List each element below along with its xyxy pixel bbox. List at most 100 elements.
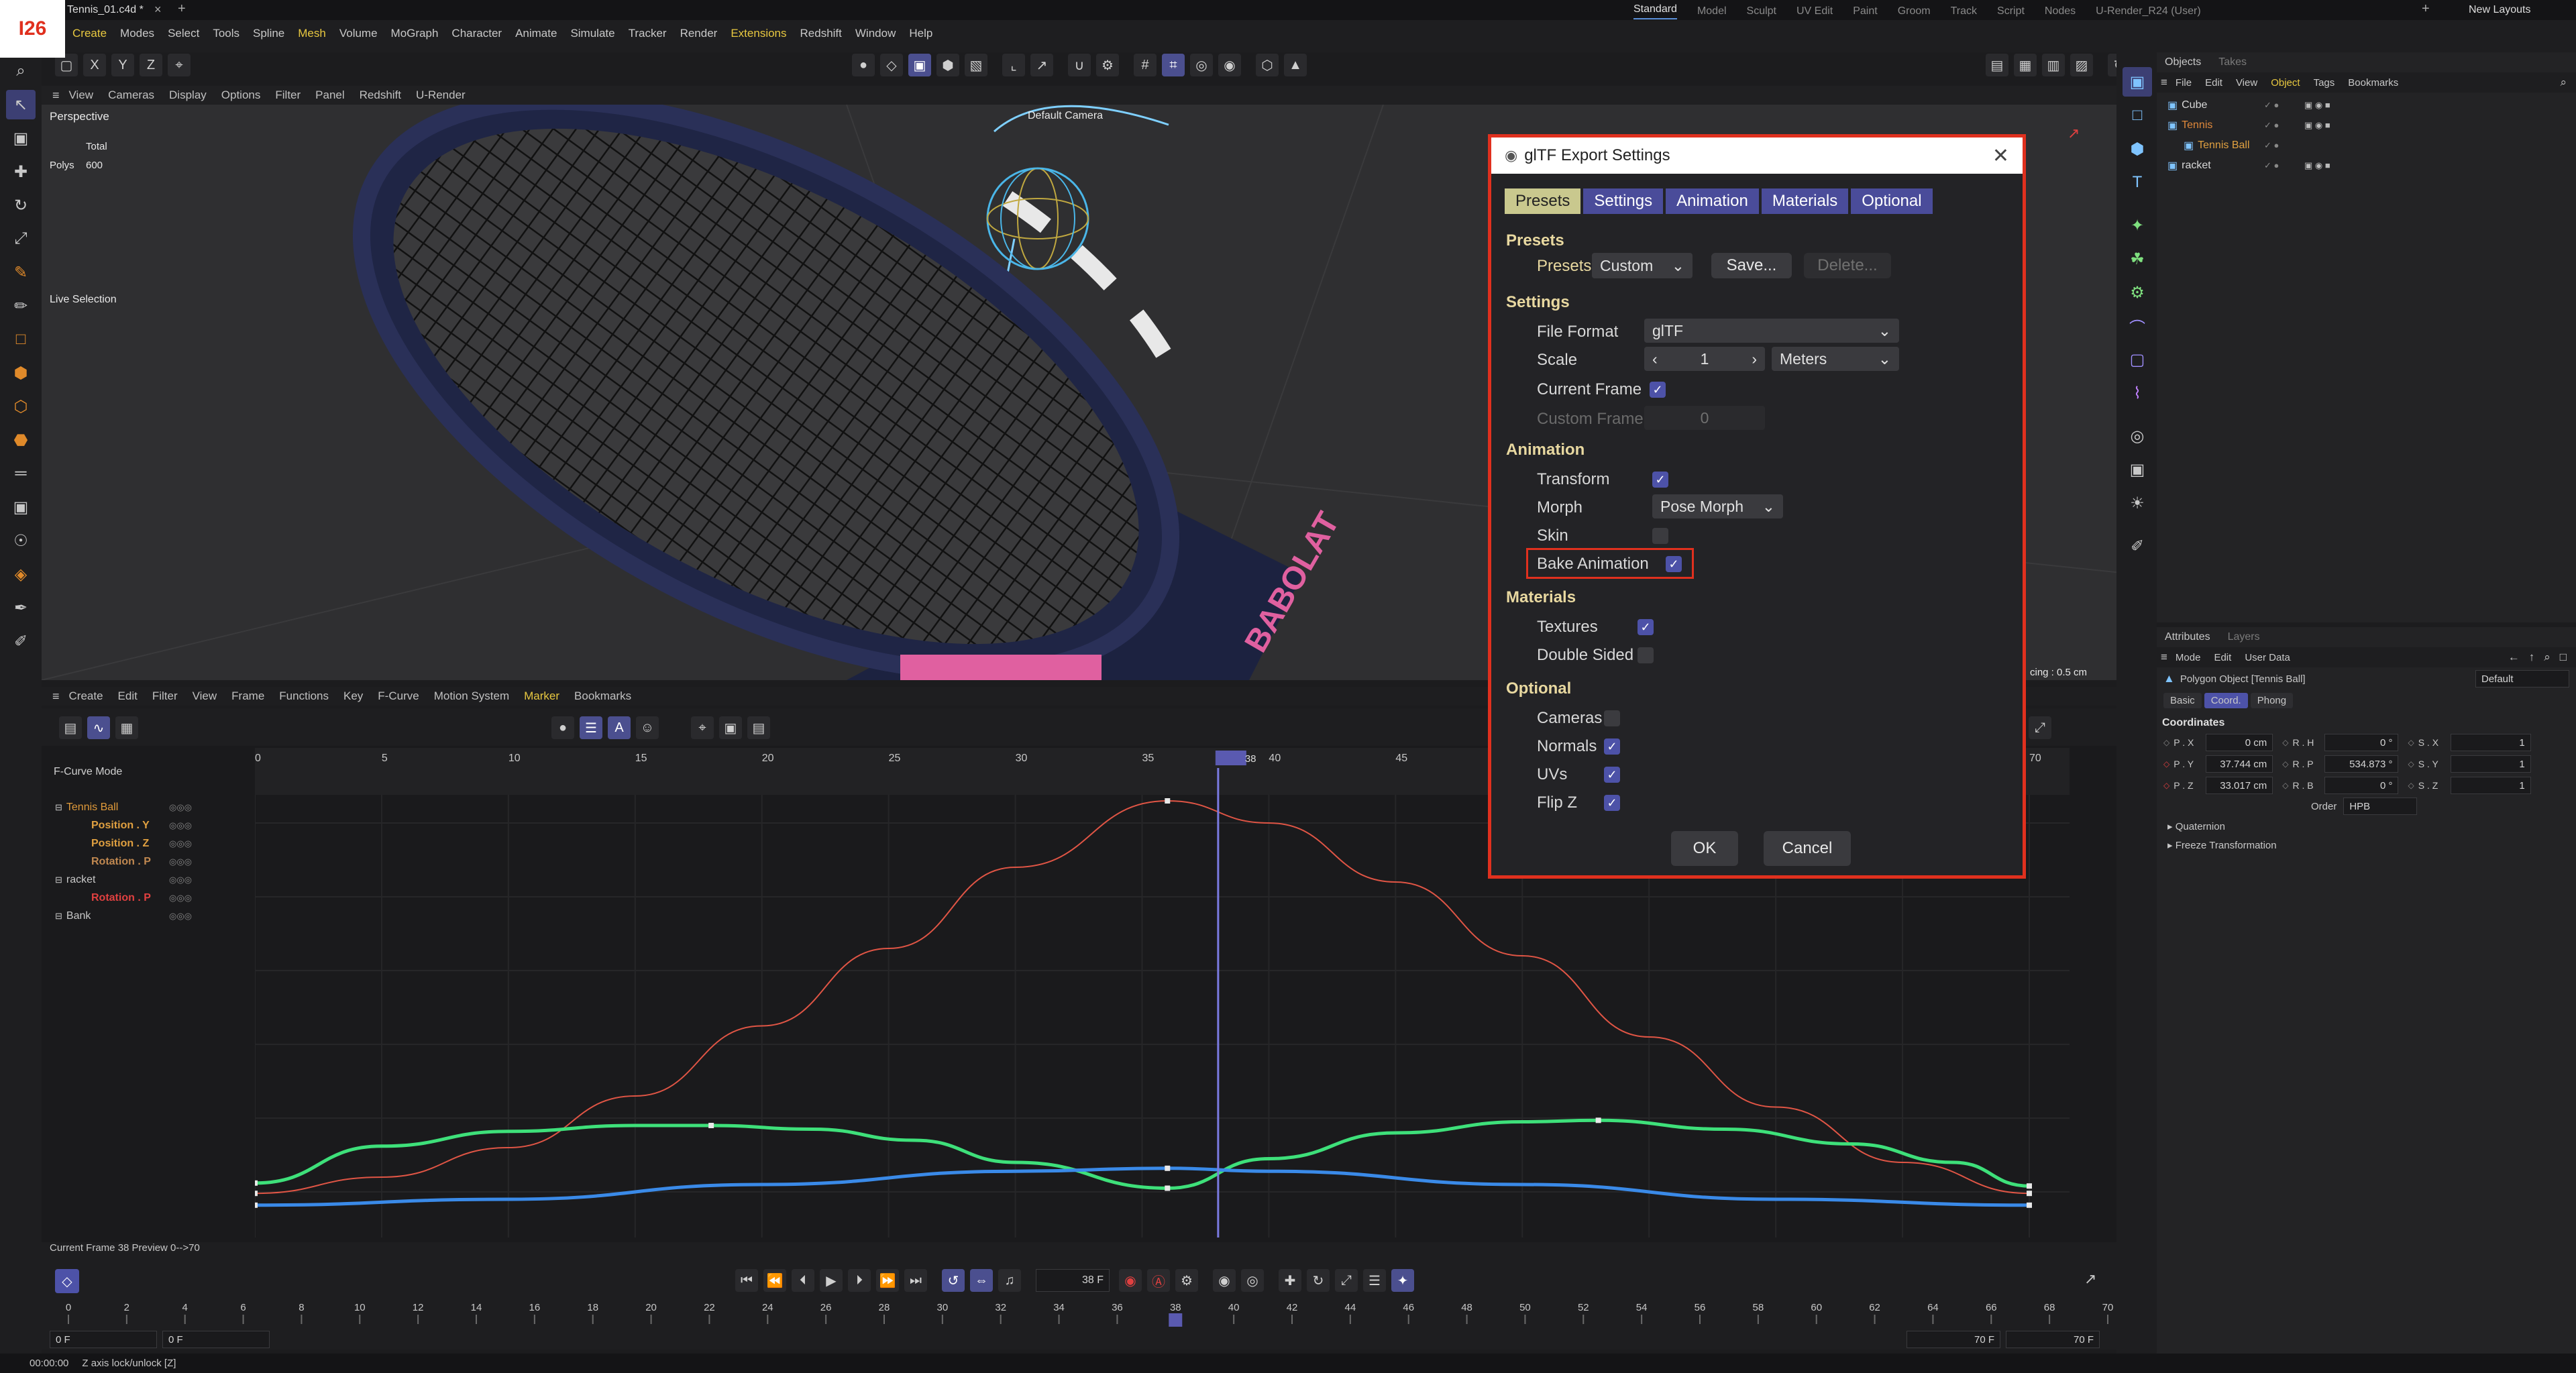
custom-frame-field[interactable]: 0 bbox=[1644, 406, 1765, 430]
layout-tab-standard[interactable]: Standard bbox=[1633, 3, 1677, 19]
fcurve-icon[interactable]: ∿ bbox=[87, 716, 110, 739]
dialog-tab-presets[interactable]: Presets bbox=[1505, 188, 1581, 214]
attributes-subtab-coord[interactable]: Coord. bbox=[2204, 692, 2248, 708]
viewport-menu-filter[interactable]: Filter bbox=[275, 89, 301, 102]
preset-dropdown[interactable]: Default bbox=[2475, 670, 2569, 688]
track-visibility-icon[interactable]: ◎◎◎ bbox=[169, 893, 192, 903]
loop-icon[interactable]: ↺ bbox=[942, 1269, 965, 1292]
soft-selection-icon[interactable]: ⚙ bbox=[1096, 54, 1119, 76]
presets-dropdown[interactable]: Custom ⌄ bbox=[1592, 253, 1693, 278]
track-visibility-icon[interactable]: ◎◎◎ bbox=[169, 857, 192, 867]
floor-icon[interactable]: ═ bbox=[6, 459, 36, 488]
go-to-end-icon[interactable]: ⏭ bbox=[904, 1269, 927, 1292]
bake-animation-checkbox[interactable]: ✓ bbox=[1666, 556, 1682, 572]
freeze-row[interactable]: ▸ Freeze Transformation bbox=[2157, 836, 2576, 854]
move-key-icon[interactable]: ✚ bbox=[1279, 1269, 1301, 1292]
person-icon[interactable]: ☺ bbox=[636, 716, 659, 739]
uv-mode-icon[interactable]: ▧ bbox=[965, 54, 987, 76]
axis-y-button[interactable]: Y bbox=[111, 54, 134, 76]
current-frame-checkbox[interactable]: ✓ bbox=[1650, 382, 1666, 398]
keyframe-toggle-icon[interactable]: ◇ bbox=[2408, 738, 2414, 747]
rectangle-spline-icon[interactable]: □ bbox=[6, 325, 36, 354]
objects-tab-objects[interactable]: Objects bbox=[2165, 56, 2201, 68]
quaternion-row[interactable]: ▸ Quaternion bbox=[2157, 816, 2576, 836]
coordinate-field[interactable]: 1 bbox=[2450, 734, 2531, 751]
keyframe-point[interactable] bbox=[2027, 1191, 2032, 1197]
objects-menu-view[interactable]: View bbox=[2236, 77, 2257, 89]
paint-icon[interactable]: ✒ bbox=[6, 593, 36, 622]
rotate-key-icon[interactable]: ↻ bbox=[1307, 1269, 1330, 1292]
text-icon[interactable]: T bbox=[2123, 168, 2152, 197]
save-preset-button[interactable]: Save... bbox=[1711, 253, 1792, 278]
sound-icon[interactable]: ♫ bbox=[998, 1269, 1021, 1292]
keyframe-toggle-icon[interactable]: ◇ bbox=[2282, 781, 2288, 790]
render-settings-icon[interactable]: ▥ bbox=[2042, 54, 2065, 76]
menu-window[interactable]: Window bbox=[855, 27, 896, 40]
stepper-right-icon[interactable]: › bbox=[1752, 350, 1757, 368]
timeline-menu-bookmarks[interactable]: Bookmarks bbox=[574, 690, 631, 703]
keyframe-selection-icon[interactable]: ◉ bbox=[1213, 1269, 1236, 1292]
keyframe-point[interactable] bbox=[255, 1180, 258, 1186]
expand-toggle-icon[interactable]: ⊟ bbox=[55, 875, 62, 885]
brush-icon[interactable]: ✐ bbox=[6, 626, 36, 656]
viewport-menu-icon[interactable]: ≡ bbox=[52, 89, 60, 103]
file-tab-close-icon[interactable]: × bbox=[154, 3, 162, 17]
expand-toggle-icon[interactable]: ⊟ bbox=[55, 911, 62, 922]
track-row[interactable]: Rotation . P ◎◎◎ bbox=[42, 889, 209, 907]
expand-toggle-icon[interactable]: ⊟ bbox=[55, 802, 62, 813]
go-to-start-icon[interactable]: ⏮ bbox=[735, 1269, 758, 1292]
track-visibility-icon[interactable]: ◎◎◎ bbox=[169, 875, 192, 885]
file-tab[interactable]: Tennis_01.c4d * bbox=[67, 4, 144, 16]
attributes-tab-attributes[interactable]: Attributes bbox=[2165, 631, 2210, 643]
object-tags-icon[interactable]: ▣ ◉ ■ bbox=[2304, 120, 2330, 131]
dialog-close-icon[interactable]: ✕ bbox=[1992, 144, 2009, 168]
attributes-menu-user-data[interactable]: User Data bbox=[2245, 652, 2290, 663]
layout-icon[interactable]: ▣ bbox=[2123, 67, 2152, 97]
auto-key-icon[interactable]: A bbox=[608, 716, 631, 739]
subdivision-icon[interactable]: ⬣ bbox=[6, 425, 36, 455]
menu-mesh[interactable]: Mesh bbox=[298, 27, 326, 40]
keyframe-point[interactable] bbox=[1595, 1117, 1601, 1123]
pla-key-icon[interactable]: ✦ bbox=[1391, 1269, 1414, 1292]
menu-render[interactable]: Render bbox=[680, 27, 718, 40]
next-key-icon[interactable]: ⏩ bbox=[876, 1269, 899, 1292]
camera-icon[interactable]: ▣ bbox=[6, 492, 36, 522]
box-selection-icon[interactable]: ▣ bbox=[6, 123, 36, 153]
track-visibility-icon[interactable]: ◎◎◎ bbox=[169, 820, 192, 831]
stepper-left-icon[interactable]: ‹ bbox=[1652, 350, 1658, 368]
object-flags-icon[interactable]: ✓ ● bbox=[2264, 160, 2279, 171]
new-tab-icon[interactable]: + bbox=[178, 1, 186, 17]
keyframe-point[interactable] bbox=[255, 1191, 258, 1197]
attributes-tab-layers[interactable]: Layers bbox=[2228, 631, 2260, 643]
menu-help[interactable]: Help bbox=[909, 27, 932, 40]
track-visibility-icon[interactable]: ◎◎◎ bbox=[169, 911, 192, 922]
end-frame-field[interactable]: 70 F bbox=[2006, 1331, 2100, 1348]
objects-menu-icon[interactable]: ≡ bbox=[2161, 76, 2167, 89]
track-row[interactable]: Rotation . P ◎◎◎ bbox=[42, 853, 209, 871]
points-mode-icon[interactable]: ● bbox=[852, 54, 875, 76]
effector-icon[interactable]: ⚙ bbox=[2123, 278, 2152, 307]
uvs-checkbox[interactable]: ✓ bbox=[1604, 767, 1620, 783]
expand-icon[interactable]: ⤢ bbox=[2029, 716, 2051, 739]
attr-lock-icon[interactable]: □ bbox=[2560, 651, 2567, 664]
menu-tracker[interactable]: Tracker bbox=[629, 27, 667, 40]
next-frame-icon[interactable]: ⏵ bbox=[848, 1269, 871, 1292]
frame-all-icon[interactable]: ⌖ bbox=[691, 716, 714, 739]
scene-camera-icon[interactable]: ▣ bbox=[2123, 455, 2152, 484]
objects-menu-tags[interactable]: Tags bbox=[2314, 77, 2335, 89]
live-selection-icon[interactable]: ↖ bbox=[6, 90, 36, 119]
objects-search-icon[interactable]: ⌕ bbox=[2560, 76, 2567, 89]
timeline-menu-filter[interactable]: Filter bbox=[152, 690, 178, 703]
track-row[interactable]: ⊟ Bank ◎◎◎ bbox=[42, 907, 209, 925]
normals-checkbox[interactable]: ✓ bbox=[1604, 738, 1620, 755]
scale-unit-dropdown[interactable]: Meters ⌄ bbox=[1772, 347, 1899, 371]
layout-tab-model[interactable]: Model bbox=[1697, 5, 1727, 17]
keyframe-toggle-icon[interactable]: ◇ bbox=[2163, 759, 2169, 769]
keyframe-point[interactable] bbox=[2027, 1202, 2032, 1208]
track-visibility-icon[interactable]: ◎◎◎ bbox=[169, 838, 192, 849]
object-tags-icon[interactable]: ▣ ◉ ■ bbox=[2304, 100, 2330, 111]
up-arrow-icon[interactable]: ↑ bbox=[2529, 651, 2535, 664]
dialog-tab-animation[interactable]: Animation bbox=[1666, 188, 1759, 214]
axis-z-button[interactable]: Z bbox=[140, 54, 162, 76]
spline-icon[interactable]: ⌇ bbox=[2123, 378, 2152, 408]
